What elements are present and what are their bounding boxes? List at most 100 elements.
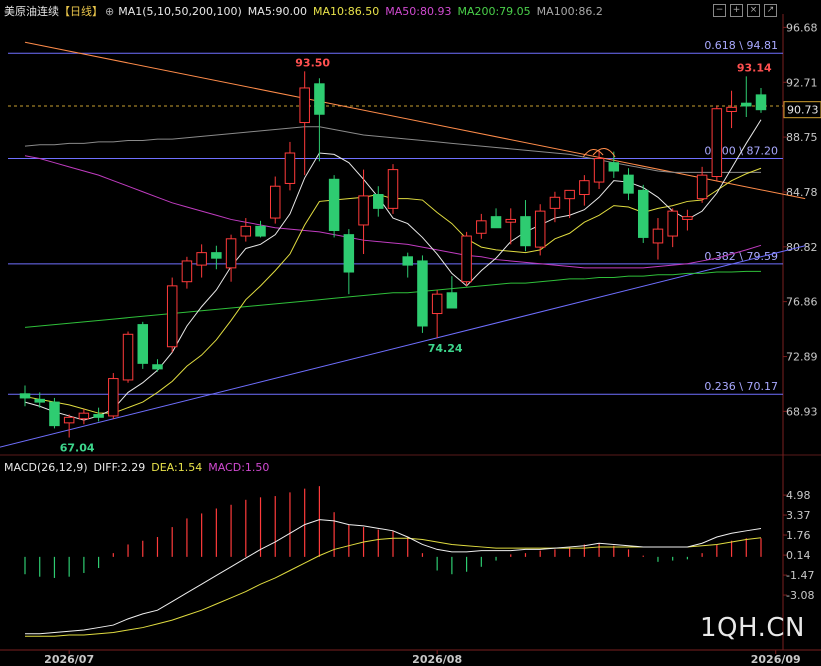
candle-body [593, 158, 605, 183]
candle-body [137, 324, 149, 364]
candle-body [358, 195, 369, 226]
candle-body [314, 83, 325, 115]
candle-body [387, 169, 399, 209]
down-candle [137, 321, 149, 369]
up-candle [196, 244, 207, 278]
down-candle [490, 208, 502, 229]
macd-y-tick-label: -3.08 [786, 589, 814, 602]
candle-body [225, 238, 237, 269]
candle-body [755, 94, 767, 111]
candle-body [476, 220, 487, 234]
down-candle [417, 255, 428, 333]
candle-body [461, 235, 472, 283]
candle-body [211, 252, 222, 259]
candle-body [328, 178, 340, 231]
candle-body [726, 106, 737, 112]
candle-body [652, 228, 664, 244]
macd-y-tick-label: -1.47 [786, 569, 814, 582]
down-candle [623, 168, 634, 201]
candle-body [564, 189, 575, 200]
up-candle [711, 105, 723, 181]
up-candle [652, 218, 664, 260]
down-candle [373, 186, 384, 217]
down-candle [255, 220, 266, 238]
watermark: 1QH.CN [700, 613, 805, 643]
y-tick-label: 76.86 [786, 296, 818, 309]
candle-body [255, 225, 266, 237]
candle-body [711, 108, 723, 178]
current-price-label: 90.73 [787, 104, 819, 117]
y-tick-label: 80.82 [786, 241, 818, 254]
y-tick-label: 88.75 [786, 131, 818, 144]
candle-body [122, 333, 134, 381]
candle-body [373, 194, 384, 209]
y-tick-label: 92.71 [786, 76, 818, 89]
candle-body [49, 401, 60, 427]
candle-body [269, 185, 281, 219]
price-annotation: 93.50 [295, 56, 330, 69]
up-candle [358, 169, 369, 255]
up-candle [667, 208, 678, 248]
price-chart[interactable]: 96.68 92.71 88.75 84.78 80.82 76.86 72.89 68.93… [0, 0, 821, 666]
candle-body [431, 293, 443, 315]
down-candle [402, 252, 413, 278]
macd-y-tick-label: 3.37 [786, 509, 811, 522]
candle-body [549, 196, 561, 209]
fib-label: 0.618 \ 94.81 [704, 39, 778, 52]
macd-y-tick-label: 0.14 [786, 549, 811, 562]
up-candle [181, 256, 193, 289]
up-candle [593, 150, 605, 189]
candle-body [579, 180, 590, 196]
up-candle [682, 209, 693, 231]
up-candle [78, 409, 90, 425]
candle-body [637, 189, 649, 238]
chart-window: { "header": { "symbol": "美原油连续", "period… [0, 0, 821, 666]
candle-body [166, 285, 178, 348]
ma200-line [24, 270, 761, 328]
trendline-support [0, 245, 806, 448]
candle-body [181, 260, 193, 283]
candle-body [696, 174, 708, 200]
down-candle [755, 87, 767, 113]
fib-label: 0.236 \ 70.17 [704, 380, 778, 393]
candle-body [667, 210, 678, 237]
up-candle [225, 234, 237, 282]
up-candle [726, 90, 737, 129]
up-candle [299, 71, 310, 176]
candle-body [490, 216, 502, 229]
candle-body [19, 393, 31, 399]
candle-body [34, 398, 45, 403]
price-annotation: 93.14 [737, 61, 772, 74]
candle-body [299, 87, 310, 124]
candle-body [505, 218, 517, 223]
x-tick-label: 2026/09 [751, 653, 801, 666]
candle-body [78, 412, 90, 420]
trendline-resistance [24, 41, 806, 200]
down-candle [314, 78, 325, 162]
down-candle [93, 407, 104, 422]
x-tick-label: 2026/08 [412, 653, 462, 666]
y-tick-label: 68.93 [786, 405, 818, 418]
up-candle [431, 290, 443, 338]
candle-body [240, 225, 252, 237]
candle-body [520, 216, 531, 247]
up-candle [476, 213, 487, 239]
candle-body [108, 378, 119, 417]
up-candle [579, 175, 590, 206]
candle-body [534, 210, 546, 248]
up-candle [63, 414, 75, 438]
candle-body [741, 102, 752, 107]
candle-body [63, 416, 75, 424]
up-candle [122, 331, 134, 383]
x-tick-label: 2026/07 [44, 653, 94, 666]
candle-body [446, 292, 458, 309]
y-tick-label: 72.89 [786, 351, 818, 364]
y-tick-label: 96.68 [786, 21, 818, 34]
down-candle [446, 276, 458, 309]
down-candle [328, 175, 340, 238]
macd-y-tick-label: 1.76 [786, 529, 811, 542]
down-candle [211, 245, 222, 270]
y-tick-label: 84.78 [786, 186, 818, 199]
candle-body [402, 256, 413, 266]
down-candle [637, 184, 649, 243]
